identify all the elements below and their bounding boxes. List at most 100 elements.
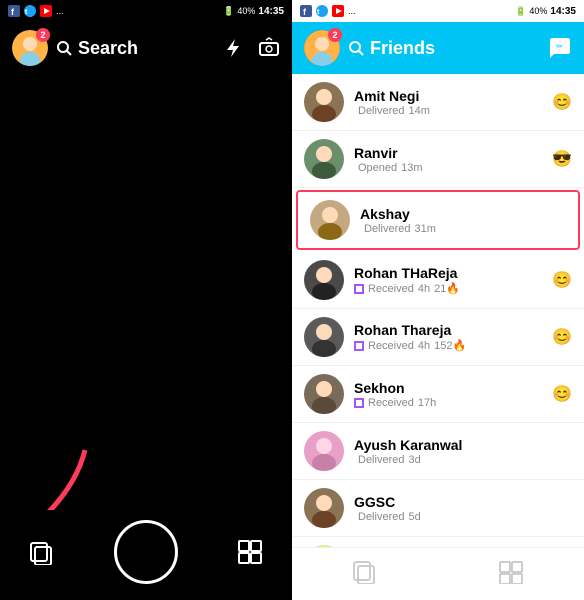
avatar-ranvir — [304, 139, 344, 179]
discover-nav-left[interactable] — [237, 539, 263, 565]
time-ranvir: 13m — [401, 162, 422, 174]
battery-percent-right: 40% — [529, 6, 547, 16]
friend-name-sekhon: Sekhon — [354, 380, 552, 396]
friend-status-ggsc: Delivered 5d — [354, 511, 572, 523]
left-status-bar: f t ... 🔋 40% 14:35 — [0, 0, 292, 22]
right-status-left: f t ... — [300, 5, 356, 17]
battery-icon-right: 🔋 — [515, 6, 526, 17]
search-text: Search — [78, 38, 138, 59]
friend-item-ggsc[interactable]: GGSC Delivered 5d — [292, 480, 584, 537]
friend-info-rohan2: Rohan Thareja Received 4h 152🔥 — [354, 322, 552, 352]
svg-text:✏: ✏ — [556, 42, 563, 51]
stories-nav-left[interactable] — [29, 539, 55, 565]
avatar-ayush — [304, 431, 344, 471]
status-text-ayush: Delivered — [358, 454, 404, 466]
right-user-avatar-container[interactable]: 2 — [304, 30, 340, 66]
friend-info-sekhon: Sekhon Received 17h — [354, 380, 552, 409]
avatar-ggsc — [304, 488, 344, 528]
friend-item-ayush[interactable]: Ayush Karanwal Delivered 3d — [292, 423, 584, 480]
friend-item-rohan-thareja2[interactable]: Rohan Thareja Received 4h 152🔥 😊 — [292, 309, 584, 366]
friend-item-ranvir[interactable]: Ranvir Opened 13m 😎 — [292, 131, 584, 188]
friend-status-akshay: Delivered 31m — [360, 223, 566, 235]
status-text-akshay: Delivered — [364, 223, 410, 235]
user-avatar-container[interactable]: 2 — [12, 30, 48, 66]
battery-icon-left: 🔋 — [223, 6, 234, 17]
friends-icon — [237, 539, 263, 565]
friend-name-amit-negi: Amit Negi — [354, 88, 552, 104]
avatar-amit-negi — [304, 82, 344, 122]
friends-title: Friends — [370, 38, 435, 59]
tw-icon: t — [24, 5, 36, 17]
friend-info-ranvir: Ranvir Opened 13m — [354, 145, 552, 174]
avatar-sekhon — [304, 374, 344, 414]
left-header: 2 Search — [0, 22, 292, 74]
friend-status-ranvir: Opened 13m — [354, 162, 552, 174]
friends-search-area[interactable]: Friends — [348, 38, 435, 59]
chat-nav-right[interactable] — [498, 558, 524, 584]
friend-name-akshay: Akshay — [360, 206, 566, 222]
friends-list: Amit Negi Delivered 14m 😊 Ranvir Opened … — [292, 74, 584, 547]
left-status-right: 🔋 40% 14:35 — [223, 6, 284, 17]
left-bottom-bar — [0, 510, 292, 600]
friend-status-rohan1: Received 4h 21🔥 — [354, 282, 552, 295]
friend-name-rohan1: Rohan THaReja — [354, 265, 552, 281]
left-panel: f t ... 🔋 40% 14:35 2 — [0, 0, 292, 600]
more-icons-right: ... — [348, 6, 356, 16]
time-left: 14:35 — [258, 6, 284, 17]
emoji-amit: 😊 — [552, 92, 572, 112]
status-text-amit: Delivered — [358, 105, 404, 117]
new-chat-icon[interactable]: ✏ — [548, 36, 572, 60]
friend-item-rohan-thareja1[interactable]: Rohan THaReja Received 4h 21🔥 😊 — [292, 252, 584, 309]
right-status-bar: f t ... 🔋 40% 14:35 — [292, 0, 584, 22]
friend-item-sekhon[interactable]: Sekhon Received 17h 😊 — [292, 366, 584, 423]
friend-name-ranvir: Ranvir — [354, 145, 552, 161]
fb-icon-right: f — [300, 5, 312, 17]
right-header-left: 2 Friends — [304, 30, 435, 66]
time-amit: 14m — [408, 105, 429, 117]
streak-rohan2: 152🔥 — [434, 339, 466, 352]
friend-item-amit-negi[interactable]: Amit Negi Delivered 14m 😊 — [292, 74, 584, 131]
emoji-rohan1: 😊 — [552, 270, 572, 290]
streak-rohan1: 21🔥 — [434, 282, 460, 295]
status-text-rohan1: Received — [368, 283, 414, 295]
search-icon-left — [56, 40, 72, 56]
yt-icon — [40, 5, 52, 17]
status-text-rohan2: Received — [368, 340, 414, 352]
time-rohan2: 4h — [418, 340, 430, 352]
notification-badge: 2 — [36, 28, 50, 42]
right-header: 2 Friends ✏ — [292, 22, 584, 74]
friend-name-ayush: Ayush Karanwal — [354, 437, 572, 453]
stories-nav-right[interactable] — [352, 558, 378, 584]
search-icon-right — [348, 40, 364, 56]
status-text-sekhon: Received — [368, 397, 414, 409]
avatar-rohan2 — [304, 317, 344, 357]
friend-status-amit-negi: Delivered 14m — [354, 105, 552, 117]
status-text-ggsc: Delivered — [358, 511, 404, 523]
time-right: 14:35 — [550, 6, 576, 17]
avatar-akshay — [310, 200, 350, 240]
right-notification-badge: 2 — [328, 28, 342, 42]
emoji-ranvir: 😎 — [552, 149, 572, 169]
friend-status-rohan2: Received 4h 152🔥 — [354, 339, 552, 352]
emoji-sekhon: 😊 — [552, 384, 572, 404]
time-akshay: 31m — [414, 223, 435, 235]
yt-icon-right — [332, 5, 344, 17]
friend-status-ayush: Delivered 3d — [354, 454, 572, 466]
status-text-ranvir: Opened — [358, 162, 397, 174]
avatar-rohan1 — [304, 260, 344, 300]
left-header-left: 2 Search — [12, 30, 138, 66]
friend-info-ggsc: GGSC Delivered 5d — [354, 494, 572, 523]
capture-button[interactable] — [114, 520, 178, 584]
friend-item-akshay[interactable]: Akshay Delivered 31m — [296, 190, 580, 250]
friend-status-sekhon: Received 17h — [354, 397, 552, 409]
flash-icon[interactable] — [222, 37, 244, 59]
friend-item-team-snapchat[interactable]: Team Snapchat 📷 Screenshotted 6d — [292, 537, 584, 547]
rotate-camera-icon[interactable] — [258, 37, 280, 59]
battery-percent-left: 40% — [237, 6, 255, 16]
friend-info-ayush: Ayush Karanwal Delivered 3d — [354, 437, 572, 466]
search-label[interactable]: Search — [56, 38, 138, 59]
received-arrow-rohan1 — [354, 284, 364, 294]
right-bottom-bar — [292, 547, 584, 600]
left-header-right — [222, 37, 280, 59]
friend-info-akshay: Akshay Delivered 31m — [360, 206, 566, 235]
